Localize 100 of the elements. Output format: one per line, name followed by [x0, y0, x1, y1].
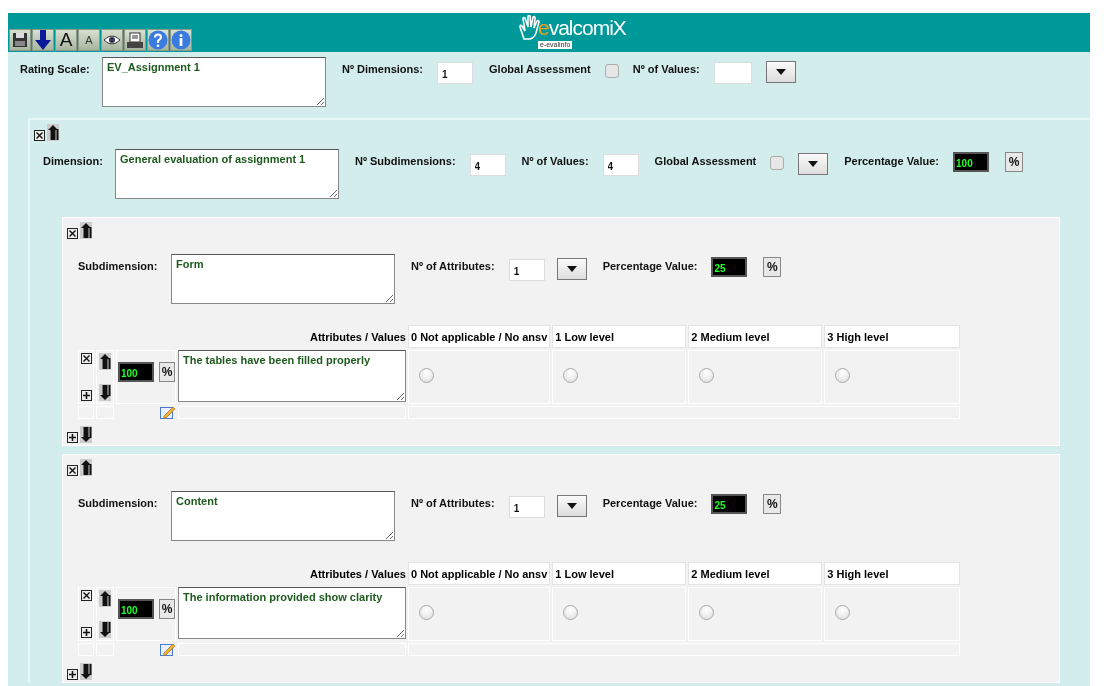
plus-icon[interactable] [67, 669, 78, 680]
up-arrow-icon[interactable] [79, 459, 93, 476]
field-label: Subdimension: [78, 496, 159, 509]
logo-text: evalcomiX [538, 16, 626, 40]
field-label: Rating Scale: [20, 62, 91, 75]
percent-button[interactable]: % [763, 257, 782, 277]
save-icon [12, 32, 28, 48]
text-area[interactable]: Content [171, 491, 395, 541]
radio-button[interactable] [419, 605, 434, 620]
percentage-field[interactable]: 100 [953, 152, 990, 172]
up-arrow-icon[interactable] [98, 353, 112, 370]
field-label: Dimension: [43, 154, 104, 167]
view-button[interactable] [101, 29, 123, 51]
text-area[interactable]: General evaluation of assignment 1 [115, 149, 339, 199]
percent-button[interactable]: % [763, 494, 782, 514]
field-label: Nº of Values: [521, 154, 589, 167]
field-label: Percentage Value: [602, 259, 698, 272]
close-icon[interactable] [80, 590, 92, 601]
dropdown-button[interactable] [765, 61, 796, 83]
edit-icon[interactable] [160, 643, 176, 656]
input-field[interactable]: 4 [602, 154, 639, 176]
print-button[interactable] [124, 29, 146, 51]
radio-button[interactable] [699, 605, 715, 620]
close-icon[interactable] [67, 228, 78, 239]
edit-icon[interactable] [160, 406, 176, 419]
radio-button[interactable] [699, 368, 715, 383]
column-header: 1 Low level [552, 325, 687, 348]
up-arrow-icon[interactable] [46, 124, 60, 141]
info-icon [171, 30, 191, 50]
column-header: 0 Not applicable / No ansv [408, 325, 551, 348]
table-header-label: Attributes / Values [309, 567, 406, 580]
plus-icon[interactable] [67, 432, 78, 443]
field-label: Percentage Value: [844, 154, 940, 167]
down-arrow-icon[interactable] [79, 663, 93, 680]
info-button[interactable] [170, 29, 192, 51]
checkbox[interactable] [770, 156, 785, 170]
text-area[interactable]: The information provided show clarity [178, 587, 406, 639]
input-field[interactable]: 1 [508, 496, 545, 518]
radio-button[interactable] [419, 368, 434, 383]
column-header: 2 Medium level [688, 562, 823, 585]
field-label: Nº Dimensions: [342, 62, 424, 75]
up-arrow-icon[interactable] [98, 590, 112, 607]
down-arrow-icon[interactable] [98, 384, 112, 401]
caret-icon [775, 69, 786, 75]
column-header: 0 Not applicable / No ansv [408, 562, 551, 585]
percentage-field[interactable]: 100 [118, 362, 154, 382]
close-icon[interactable] [80, 353, 92, 364]
input-field[interactable]: 4 [469, 154, 506, 176]
column-header: 3 High level [824, 325, 961, 348]
percent-button[interactable]: % [1005, 152, 1024, 172]
percent-button[interactable]: % [159, 599, 175, 619]
caret-icon [808, 161, 819, 167]
radio-button[interactable] [563, 605, 579, 620]
dropdown-button[interactable] [798, 153, 829, 175]
down-arrow-icon[interactable] [98, 621, 112, 638]
input-field[interactable]: 1 [437, 62, 474, 84]
input-field[interactable] [713, 62, 752, 84]
down-arrow-icon[interactable] [79, 426, 93, 443]
field-label: Nº of Values: [632, 62, 700, 75]
percentage-field[interactable]: 25 [711, 257, 748, 277]
radio-button[interactable] [835, 368, 851, 383]
close-icon[interactable] [67, 465, 78, 476]
field-label: Percentage Value: [602, 496, 698, 509]
text-area[interactable]: EV_Assignment 1 [102, 57, 326, 107]
percent-button[interactable]: % [159, 362, 175, 382]
plus-icon[interactable] [80, 390, 92, 401]
radio-button[interactable] [563, 368, 579, 383]
column-header: 3 High level [824, 562, 961, 585]
save-button[interactable] [9, 29, 31, 51]
font-larger-button[interactable]: A [55, 29, 77, 51]
field-label: Global Assessment [489, 62, 591, 75]
dropdown-button[interactable] [556, 495, 587, 517]
field-label: Nº of Attributes: [411, 259, 495, 272]
close-icon[interactable] [34, 130, 45, 141]
field-label: Global Assessment [654, 154, 757, 167]
printer-icon [126, 31, 144, 49]
help-button[interactable] [147, 29, 169, 51]
column-header: 1 Low level [552, 562, 687, 585]
help-icon [148, 30, 168, 50]
plus-icon[interactable] [80, 627, 92, 638]
text-area[interactable]: Form [171, 254, 395, 304]
field-label: Nº of Attributes: [411, 496, 495, 509]
caret-icon [566, 503, 577, 509]
radio-button[interactable] [835, 605, 851, 620]
text-area[interactable]: The tables have been filled properly [178, 350, 406, 402]
field-label: Nº Subdimensions: [355, 154, 456, 167]
dropdown-button[interactable] [556, 258, 587, 280]
field-label: Subdimension: [78, 259, 159, 272]
column-header: 2 Medium level [688, 325, 823, 348]
download-button[interactable] [32, 29, 54, 51]
table-header-label: Attributes / Values [309, 330, 406, 343]
up-arrow-icon[interactable] [79, 222, 93, 239]
percentage-field[interactable]: 25 [711, 494, 748, 514]
percentage-field[interactable]: 100 [118, 599, 154, 619]
caret-icon [566, 266, 577, 272]
checkbox[interactable] [604, 64, 619, 78]
input-field[interactable]: 1 [508, 259, 545, 281]
font-smaller-button[interactable]: A [78, 29, 100, 51]
down-arrow-icon [35, 30, 51, 50]
eye-icon [103, 35, 121, 45]
